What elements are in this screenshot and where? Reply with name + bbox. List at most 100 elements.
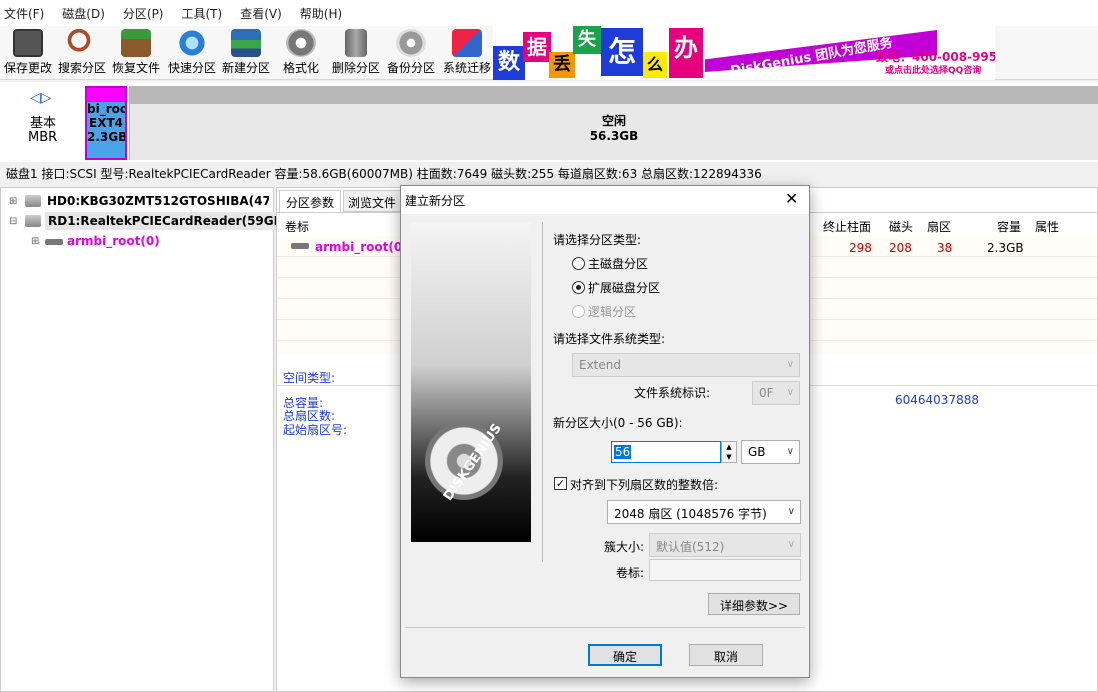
disk-partition-style: MBR <box>28 130 58 145</box>
save-changes-button[interactable]: 保存更改 <box>0 26 56 80</box>
recover-icon <box>121 29 151 57</box>
new-partition-dialog: 建立新分区 ✕ DISKGENIUS 请选择分区类型: 主磁盘分区 扩展磁盘分区… <box>400 185 810 678</box>
partition-block-fs: EXT4 <box>89 116 123 130</box>
dialog-titlebar[interactable]: 建立新分区 ✕ <box>401 186 809 214</box>
free-space-block[interactable]: 空闲 56.3GB <box>130 104 1098 160</box>
button-divider <box>405 627 805 628</box>
size-input-value: 56 <box>614 445 632 459</box>
new-partition-button[interactable]: 新建分区 <box>218 26 274 80</box>
banner-char: 么 <box>643 52 667 78</box>
align-checkbox[interactable]: ✓ <box>554 477 567 490</box>
expand-icon[interactable]: ⊞ <box>9 196 17 207</box>
chevron-down-icon: ∨ <box>786 387 794 398</box>
disk-type: 基本 <box>30 116 57 131</box>
table-row-capacity: 2.3GB <box>987 241 1024 255</box>
system-migration-button[interactable]: 系统迁移 <box>439 26 495 80</box>
menu-file[interactable]: 文件(F) <box>4 5 44 22</box>
ok-button[interactable]: 确定 <box>588 644 662 666</box>
hard-disk-image: DISKGENIUS <box>411 222 531 542</box>
partition-type-label: 请选择分区类型: <box>553 233 642 247</box>
disk-map: ◁▷ 基本 MBR bi_roo EXT4 2.3GB 空闲 56.3GB <box>0 82 1098 162</box>
backup-partition-button[interactable]: 备份分区 <box>383 26 439 80</box>
tab-partition-params[interactable]: 分区参数 <box>279 190 341 212</box>
menu-help[interactable]: 帮助(H) <box>300 5 342 22</box>
menu-partition[interactable]: 分区(P) <box>123 5 164 22</box>
cancel-button[interactable]: 取消 <box>689 644 763 666</box>
col-attribute[interactable]: 属性 <box>1035 218 1059 235</box>
search-partition-label: 搜索分区 <box>57 61 106 75</box>
banner-char: 丢 <box>549 52 575 78</box>
col-sector[interactable]: 扇区 <box>927 218 951 235</box>
radio-logical-label: 逻辑分区 <box>588 305 637 319</box>
cluster-size-value: 默认值(512) <box>656 540 725 554</box>
save-changes-label: 保存更改 <box>3 61 52 75</box>
banner-char: 办 <box>669 28 703 78</box>
start-sector-label: 起始扇区号: <box>283 423 348 437</box>
tree-item-hd0[interactable]: HD0:KBG30ZMT512GTOSHIBA(477GB) <box>47 194 269 208</box>
menu-tools[interactable]: 工具(T) <box>182 5 223 22</box>
tree-item-rd1[interactable]: RD1:RealtekPCIECardReader(59GB) <box>45 212 292 230</box>
fs-id-select: 0F ∨ <box>752 381 800 405</box>
radio-primary[interactable] <box>572 257 585 270</box>
chevron-down-icon: ∨ <box>786 359 794 370</box>
disk-icon <box>25 215 41 227</box>
radio-logical <box>572 305 585 318</box>
menu-disk[interactable]: 磁盘(D) <box>62 5 105 22</box>
system-migration-label: 系统迁移 <box>442 61 491 75</box>
prev-disk-arrow-icon[interactable]: ◁▷ <box>30 90 52 106</box>
col-capacity[interactable]: 容量 <box>997 218 1021 235</box>
expand-icon[interactable]: ⊞ <box>31 236 39 247</box>
delete-partition-label: 删除分区 <box>331 61 380 75</box>
table-row-sector: 38 <box>937 241 953 255</box>
backup-partition-label: 备份分区 <box>386 61 435 75</box>
size-input[interactable]: 56 <box>611 441 721 463</box>
fs-id-label: 文件系统标识: <box>634 386 711 400</box>
menu-view[interactable]: 查看(V) <box>240 5 282 22</box>
disk-info-bar: 磁盘1 接口:SCSI 型号:RealtekPCIECardReader 容量:… <box>0 162 1098 184</box>
partition-icon <box>45 239 63 245</box>
free-space-size: 56.3GB <box>589 129 639 143</box>
new-partition-icon <box>231 29 261 57</box>
disk-tree: ⊞ HD0:KBG30ZMT512GTOSHIBA(477GB) ⊟ RD1:R… <box>0 187 292 692</box>
col-volume-label[interactable]: 卷标 <box>285 218 309 235</box>
volume-label-input[interactable] <box>649 559 801 581</box>
partition-block-armbi[interactable]: bi_roo EXT4 2.3GB <box>85 86 127 160</box>
collapse-icon[interactable]: ⊟ <box>9 216 17 227</box>
align-select[interactable]: 2048 扇区 (1048576 字节) ∨ <box>607 500 801 524</box>
delete-partition-button[interactable]: 删除分区 <box>328 26 384 80</box>
align-value: 2048 扇区 (1048576 字节) <box>614 507 767 521</box>
col-head[interactable]: 磁头 <box>889 218 913 235</box>
cluster-size-label: 簇大小: <box>604 540 645 554</box>
size-unit-select[interactable]: GB ∨ <box>741 440 800 464</box>
size-unit-value: GB <box>748 445 766 459</box>
menu-bar: 文件(F) 磁盘(D) 分区(P) 工具(T) 查看(V) 帮助(H) <box>0 0 1098 26</box>
advanced-params-button[interactable]: 详细参数>> <box>708 593 800 615</box>
fs-type-label: 请选择文件系统类型: <box>553 332 666 346</box>
align-label[interactable]: 对齐到下列扇区数的整数倍: <box>570 476 718 493</box>
radio-extended[interactable] <box>572 281 585 294</box>
size-spinner[interactable]: ▲ ▼ <box>721 441 737 463</box>
tab-browse-files[interactable]: 浏览文件 <box>343 190 401 212</box>
ad-banner[interactable]: 数 据 丢 失 怎 么 办 DiskGenius 团队为您服务 致电：400-0… <box>493 26 995 80</box>
radio-primary-label[interactable]: 主磁盘分区 <box>588 255 648 272</box>
format-button[interactable]: 格式化 <box>273 26 329 80</box>
recover-files-button[interactable]: 恢复文件 <box>108 26 164 80</box>
radio-extended-label[interactable]: 扩展磁盘分区 <box>588 279 660 296</box>
partition-block-size: 2.3GB <box>87 130 127 144</box>
partition-icon <box>291 243 309 249</box>
search-icon <box>67 29 97 57</box>
volume-label-label: 卷标: <box>616 566 645 580</box>
cluster-size-select: 默认值(512) ∨ <box>649 533 801 557</box>
close-icon[interactable]: ✕ <box>785 189 798 208</box>
tree-item-armbi-root[interactable]: armbi_root(0) <box>67 234 160 248</box>
col-end-cylinder[interactable]: 终止柱面 <box>823 218 871 235</box>
fs-type-select: Extend ∨ <box>572 353 800 377</box>
banner-char: 数 <box>493 46 525 80</box>
new-partition-label: 新建分区 <box>221 61 270 75</box>
table-row-name[interactable]: armbi_root(0) <box>315 240 408 254</box>
save-icon <box>13 29 43 57</box>
banner-char: 怎 <box>601 28 643 76</box>
quick-partition-button[interactable]: 快速分区 <box>164 26 220 80</box>
delete-icon <box>345 29 367 57</box>
search-partition-button[interactable]: 搜索分区 <box>54 26 110 80</box>
